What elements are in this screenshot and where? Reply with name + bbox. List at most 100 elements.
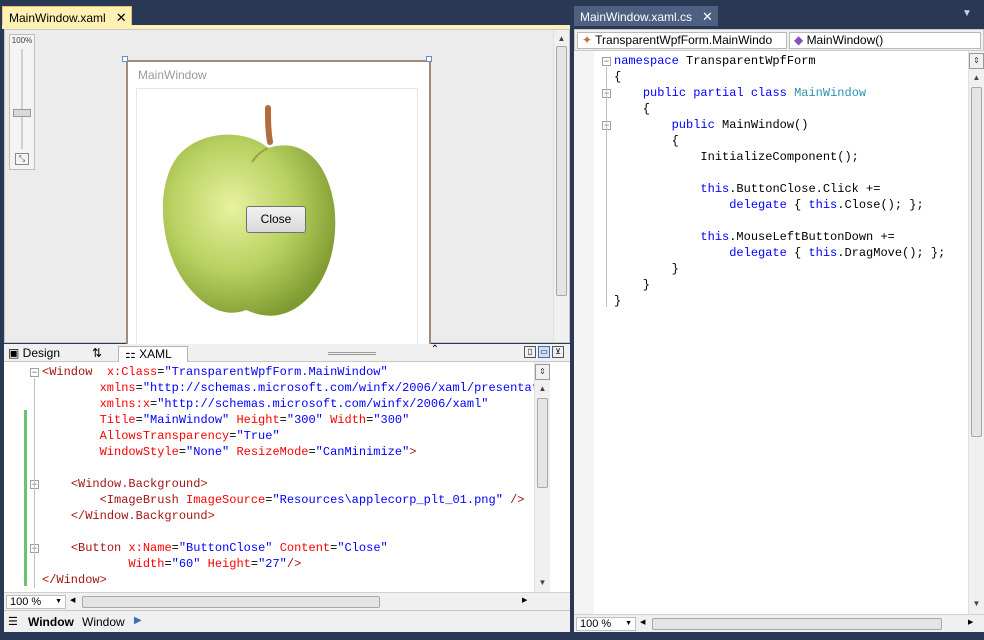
scroll-thumb[interactable]	[556, 46, 567, 296]
member-dropdown[interactable]: ◆ MainWindow()	[789, 32, 981, 49]
code-line[interactable]: }	[614, 293, 964, 309]
code-line[interactable]: xmlns:x="http://schemas.microsoft.com/wi…	[42, 396, 534, 412]
code-line[interactable]: {	[614, 69, 964, 85]
code-line[interactable]: }	[614, 261, 964, 277]
cs-zoom-value: 100 %	[580, 618, 612, 630]
cs-scrollbar[interactable]: ⇕ ▲ ▼	[968, 51, 984, 614]
collapse-up-icon[interactable]: ⌃	[428, 344, 442, 358]
tab-design-label: Design	[22, 346, 61, 360]
code-line[interactable]: AllowsTransparency="True"	[42, 428, 534, 444]
code-line[interactable]: delegate { this.DragMove(); };	[614, 245, 964, 261]
tab-label: MainWindow.xaml	[9, 11, 106, 25]
xaml-code[interactable]: <Window x:Class="TransparentWpfForm.Main…	[42, 364, 534, 588]
code-line[interactable]: Title="MainWindow" Height="300" Width="3…	[42, 412, 534, 428]
code-line[interactable]: namespace TransparentWpfForm	[614, 53, 964, 69]
cs-code[interactable]: namespace TransparentWpfForm{ public par…	[614, 53, 964, 309]
tab-label: MainWindow.xaml.cs	[580, 10, 693, 24]
fold-line	[34, 378, 35, 588]
code-line[interactable]: xmlns="http://schemas.microsoft.com/winf…	[42, 380, 534, 396]
code-line[interactable]: </Window>	[42, 572, 534, 588]
close-icon[interactable]: ✕	[702, 9, 713, 25]
xaml-zoom-dropdown[interactable]: 100 % ▼	[6, 595, 66, 609]
designer-scrollbar[interactable]: ▲	[553, 30, 569, 342]
split-editor-icon[interactable]: ⇕	[535, 364, 550, 380]
tab-mainwindow-xaml[interactable]: MainWindow.xaml ✕	[2, 6, 132, 26]
zoom-slider[interactable]: 100% ⤡	[9, 34, 35, 170]
xaml-editor[interactable]: − − − <Window x:Class="TransparentWpfFor…	[4, 362, 570, 592]
code-line[interactable]: InitializeComponent();	[614, 149, 964, 165]
scroll-up-icon[interactable]: ▲	[554, 32, 569, 46]
breadcrumb-icon: ☰	[8, 616, 18, 628]
scroll-right-icon[interactable]: ▶	[522, 596, 527, 604]
breadcrumb-arrow-icon[interactable]: ▶	[134, 615, 142, 626]
fold-toggle-icon[interactable]: −	[602, 57, 611, 66]
editor-gutter	[574, 51, 594, 614]
code-line[interactable]: </Window.Background>	[42, 508, 534, 524]
zoom-thumb[interactable]	[13, 109, 31, 117]
split-bar: ▣ Design ⇅ ⚏ XAML ⌃ ▯ ▭ ⊻	[4, 344, 570, 362]
method-icon: ◆	[794, 33, 807, 47]
code-line[interactable]: {	[614, 133, 964, 149]
code-line[interactable]: Width="60" Height="27"/>	[42, 556, 534, 572]
scroll-left-icon[interactable]: ◀	[640, 618, 645, 626]
code-line[interactable]: WindowStyle="None" ResizeMode="CanMinimi…	[42, 444, 534, 460]
code-line[interactable]: <Window x:Class="TransparentWpfForm.Main…	[42, 364, 534, 380]
code-line[interactable]: public partial class MainWindow	[614, 85, 964, 101]
code-line[interactable]: public MainWindow()	[614, 117, 964, 133]
close-icon[interactable]: ✕	[116, 10, 127, 26]
code-line[interactable]: {	[614, 101, 964, 117]
change-marker	[24, 410, 27, 586]
vertical-split-icon[interactable]: ▯	[524, 346, 536, 358]
code-line[interactable]: }	[614, 277, 964, 293]
design-icon: ▣	[8, 346, 23, 360]
close-button[interactable]: Close	[246, 206, 306, 233]
zoom-track	[21, 49, 23, 149]
code-line[interactable]	[614, 165, 964, 181]
tab-menu-icon[interactable]: ▼	[960, 8, 974, 22]
fold-toggle-icon[interactable]: −	[30, 368, 39, 377]
scroll-left-icon[interactable]: ◀	[70, 596, 75, 604]
tab-design[interactable]: ▣ Design	[8, 345, 72, 361]
scroll-thumb[interactable]	[537, 398, 548, 488]
scroll-down-icon[interactable]: ▼	[535, 576, 550, 590]
fit-to-window-icon[interactable]: ⤡	[15, 153, 29, 165]
cs-zoom-dropdown[interactable]: 100 % ▼	[576, 617, 636, 631]
swap-panes-icon[interactable]: ⇅	[92, 345, 108, 361]
nav-bar: ✦ TransparentWpfForm.MainWindo ◆ MainWin…	[574, 29, 984, 51]
scroll-up-icon[interactable]: ▲	[535, 382, 550, 396]
member-dropdown-value: MainWindow()	[806, 33, 884, 47]
code-line[interactable]: <ImageBrush ImageSource="Resources\apple…	[42, 492, 534, 508]
scroll-thumb[interactable]	[971, 87, 982, 437]
resize-handle[interactable]	[122, 56, 128, 62]
resize-handle[interactable]	[426, 56, 432, 62]
hscroll-thumb[interactable]	[652, 618, 942, 630]
chevron-down-icon: ▼	[55, 598, 62, 605]
code-line[interactable]: delegate { this.Close(); };	[614, 197, 964, 213]
collapse-pane-icon[interactable]: ⊻	[552, 346, 564, 358]
code-line[interactable]	[42, 524, 534, 540]
code-line[interactable]: <Button x:Name="ButtonClose" Content="Cl…	[42, 540, 534, 556]
code-line[interactable]: this.MouseLeftButtonDown +=	[614, 229, 964, 245]
tab-xaml[interactable]: ⚏ XAML	[118, 346, 188, 362]
tab-mainwindow-xaml-cs[interactable]: MainWindow.xaml.cs ✕	[574, 6, 718, 26]
xaml-scrollbar[interactable]: ⇕ ▲ ▼	[534, 362, 550, 592]
xaml-hscroll-bar: 100 % ▼ ◀ ▶	[4, 592, 570, 610]
code-line[interactable]: this.ButtonClose.Click +=	[614, 181, 964, 197]
scroll-right-icon[interactable]: ▶	[968, 618, 973, 626]
split-editor-icon[interactable]: ⇕	[969, 53, 984, 69]
breadcrumb: ☰ Window Window ▶	[4, 610, 570, 632]
scroll-down-icon[interactable]: ▼	[969, 597, 984, 611]
breadcrumb-window2[interactable]: Window	[82, 615, 125, 629]
designer-window[interactable]: MainWindow Close	[126, 60, 431, 350]
splitter-grip[interactable]	[328, 352, 376, 355]
hscroll-thumb[interactable]	[82, 596, 380, 608]
breadcrumb-window[interactable]: Window	[28, 615, 74, 629]
type-dropdown[interactable]: ✦ TransparentWpfForm.MainWindo	[577, 32, 787, 49]
code-line[interactable]: <Window.Background>	[42, 476, 534, 492]
horizontal-split-icon[interactable]: ▭	[538, 346, 550, 358]
code-line[interactable]	[614, 213, 964, 229]
class-icon: ✦	[582, 33, 596, 47]
cs-editor[interactable]: − − − namespace TransparentWpfForm{ publ…	[574, 51, 984, 614]
scroll-up-icon[interactable]: ▲	[969, 71, 984, 85]
code-line[interactable]	[42, 460, 534, 476]
